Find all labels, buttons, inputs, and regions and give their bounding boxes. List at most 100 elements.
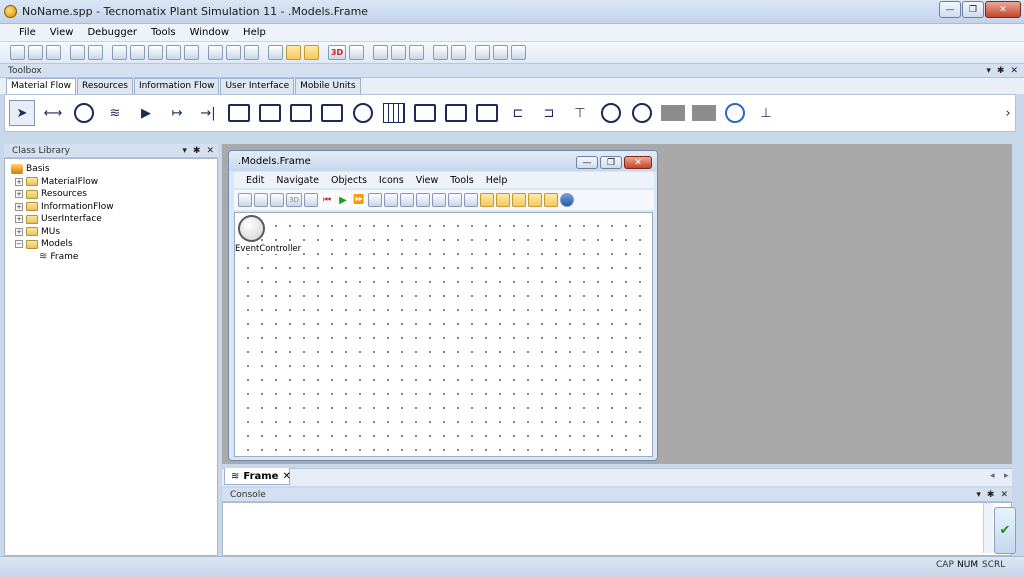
buffer-icon[interactable] (412, 100, 438, 126)
watch-icon[interactable] (391, 45, 406, 60)
toolbox-icon[interactable] (130, 45, 145, 60)
expand-icon[interactable]: + (15, 202, 23, 211)
doc-tab-close-icon[interactable]: ✕ (282, 471, 290, 482)
tab-information-flow[interactable]: Information Flow (133, 78, 220, 94)
doc-tabs-prev-icon[interactable]: ◂ (990, 471, 995, 481)
3d-view-icon[interactable]: 3D (286, 193, 302, 207)
converter-icon[interactable] (722, 100, 748, 126)
expand-icon[interactable]: + (15, 190, 23, 199)
go-to-origin-icon[interactable] (254, 193, 268, 207)
fast-forward-icon[interactable]: ⏩ (352, 193, 366, 207)
icon-mode-icon[interactable] (238, 193, 252, 207)
menu-debugger[interactable]: Debugger (80, 27, 144, 38)
console-dropdown-icon[interactable]: ▾ (976, 490, 981, 500)
clock-icon[interactable] (475, 45, 490, 60)
shift-calendar-icon[interactable] (381, 100, 407, 126)
save-icon[interactable] (70, 45, 85, 60)
event-controller-icon[interactable] (304, 193, 318, 207)
angular-converter-icon[interactable]: ⊤ (567, 100, 593, 126)
doc-tab-frame[interactable]: ≋ Frame ✕ (224, 468, 291, 485)
tree-node-userinterface[interactable]: + UserInterface (11, 213, 217, 226)
store-icon[interactable] (691, 100, 717, 126)
toolbox-pin-icon[interactable]: ✱ (997, 66, 1005, 76)
tree-node-mus[interactable]: + MUs (11, 226, 217, 239)
frame-restore-button[interactable]: ❐ (600, 156, 622, 169)
find-icon[interactable] (226, 45, 241, 60)
delete-icon[interactable] (368, 193, 382, 207)
comment-icon[interactable] (512, 193, 526, 207)
frame-menu-edit[interactable]: Edit (240, 175, 270, 186)
frame-menu-objects[interactable]: Objects (325, 175, 373, 186)
3d-icon[interactable]: 3D (328, 45, 346, 60)
class-library-pin-icon[interactable]: ✱ (193, 146, 201, 156)
tree-node-materialflow[interactable]: + MaterialFlow (11, 176, 217, 189)
flow-control-icon[interactable]: ↦ (164, 100, 190, 126)
line-icon[interactable]: ⊐ (536, 100, 562, 126)
sorter-icon[interactable] (474, 100, 500, 126)
grid-icon[interactable] (304, 45, 319, 60)
open-icon[interactable] (28, 45, 43, 60)
model-icon[interactable] (349, 45, 364, 60)
connector-mode-icon[interactable] (496, 193, 510, 207)
turntable-icon[interactable] (598, 100, 624, 126)
event-controller-icon[interactable] (71, 100, 97, 126)
source-icon[interactable]: ▶ (133, 100, 159, 126)
drain-icon[interactable]: →| (195, 100, 221, 126)
console-scrollbar[interactable] (983, 503, 993, 553)
menu-tools[interactable]: Tools (144, 27, 183, 38)
frame-icon[interactable]: ≋ (102, 100, 128, 126)
profile-icon[interactable] (409, 45, 424, 60)
frame-close-button[interactable]: ✕ (624, 156, 652, 169)
event-controller-object-icon[interactable] (238, 215, 265, 242)
tools-icon[interactable] (544, 193, 558, 207)
tree-node-basis[interactable]: Basis (11, 163, 217, 176)
pause-icon[interactable] (286, 45, 301, 60)
start-icon[interactable]: ▶ (336, 193, 350, 207)
dismantle-icon[interactable] (350, 100, 376, 126)
frame-menu-view[interactable]: View (410, 175, 445, 186)
frame-menu-icons[interactable]: Icons (373, 175, 410, 186)
connect-icon[interactable] (480, 193, 494, 207)
debug-icon[interactable] (373, 45, 388, 60)
check-icon[interactable]: ✔ (994, 507, 1016, 554)
paste-icon[interactable] (448, 193, 462, 207)
tree-node-models[interactable]: − Models (11, 238, 217, 251)
class-library-icon[interactable] (112, 45, 127, 60)
home-icon[interactable] (270, 193, 284, 207)
dialog-icon[interactable] (451, 45, 466, 60)
single-proc-icon[interactable] (226, 100, 252, 126)
reset-icon[interactable]: ⏮ (320, 193, 334, 207)
menu-window[interactable]: Window (183, 27, 236, 38)
toolbox-dropdown-icon[interactable]: ▾ (986, 66, 991, 76)
tab-resources[interactable]: Resources (76, 78, 133, 94)
collapse-icon[interactable]: − (15, 240, 23, 249)
restore-button[interactable]: ❐ (962, 1, 984, 18)
tree-node-resources[interactable]: + Resources (11, 188, 217, 201)
clock2-icon[interactable] (493, 45, 508, 60)
palette-scroll-right-icon[interactable]: › (1003, 100, 1013, 126)
placebuffer-icon[interactable] (443, 100, 469, 126)
console-close-icon[interactable]: ✕ (1000, 490, 1008, 500)
parallel-proc-icon[interactable] (257, 100, 283, 126)
zoom-out-icon[interactable] (416, 193, 430, 207)
tab-material-flow[interactable]: Material Flow (6, 78, 76, 95)
new-icon[interactable] (10, 45, 25, 60)
connector-icon[interactable]: ⟷ (40, 100, 66, 126)
minimize-button[interactable]: — (939, 1, 961, 18)
expand-icon[interactable]: + (15, 227, 23, 236)
tree-node-informationflow[interactable]: + InformationFlow (11, 201, 217, 214)
bookmark-icon[interactable] (208, 45, 223, 60)
event-controller-icon[interactable] (268, 45, 283, 60)
frame-minimize-button[interactable]: — (576, 156, 598, 169)
console-icon[interactable] (166, 45, 181, 60)
frame-menu-help[interactable]: Help (480, 175, 514, 186)
zoom-in-icon[interactable] (400, 193, 414, 207)
disassembly-station-icon[interactable] (319, 100, 345, 126)
app-icon[interactable] (4, 5, 17, 18)
expand-icon[interactable]: + (15, 177, 23, 186)
pencil-icon[interactable] (464, 193, 478, 207)
frame-menu-tools[interactable]: Tools (444, 175, 479, 186)
menu-view[interactable]: View (43, 27, 81, 38)
close-button[interactable]: ✕ (985, 1, 1021, 18)
console-panel[interactable] (222, 502, 1012, 556)
